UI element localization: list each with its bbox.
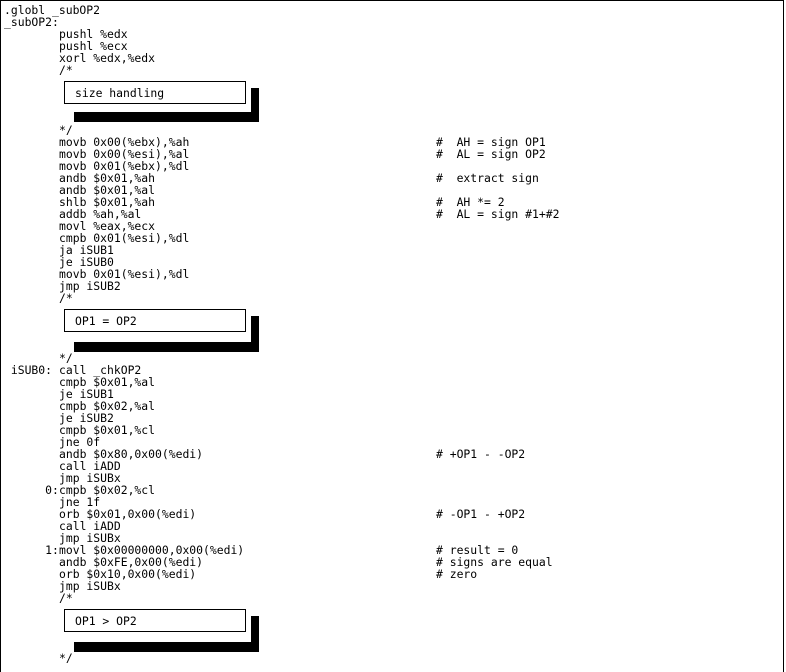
comment-open: /* [59, 63, 73, 77]
inline-comment: # extract sign [436, 171, 539, 185]
line-label: 0: [4, 483, 59, 497]
box-shadow [74, 642, 259, 652]
line-label: _subOP2: [4, 15, 59, 29]
inline-comment: # AL = sign #1+#2 [436, 207, 560, 221]
section-box-label: OP1 = OP2 [75, 314, 137, 328]
line-label: iSUB0: [4, 363, 53, 377]
section-box-label: OP1 > OP2 [75, 614, 137, 628]
box-shadow [74, 342, 259, 352]
inline-comment: # -OP1 - +OP2 [436, 507, 526, 521]
section-box: OP1 = OP2 [64, 309, 246, 332]
inline-comment: # zero [436, 567, 478, 581]
inline-comment: # AL = sign OP2 [436, 147, 546, 161]
inline-comment: # +OP1 - -OP2 [436, 447, 526, 461]
section-box: OP1 > OP2 [64, 609, 246, 632]
comment-open: /* [59, 591, 73, 605]
box-shadow [74, 112, 259, 122]
instruction: xorl %edx,%edx [59, 51, 156, 65]
comment-open: /* [59, 291, 73, 305]
section-box: size handling [64, 81, 246, 104]
comment-close: */ [59, 651, 73, 665]
line-label: 1: [4, 543, 59, 557]
section-box-label: size handling [75, 86, 165, 100]
